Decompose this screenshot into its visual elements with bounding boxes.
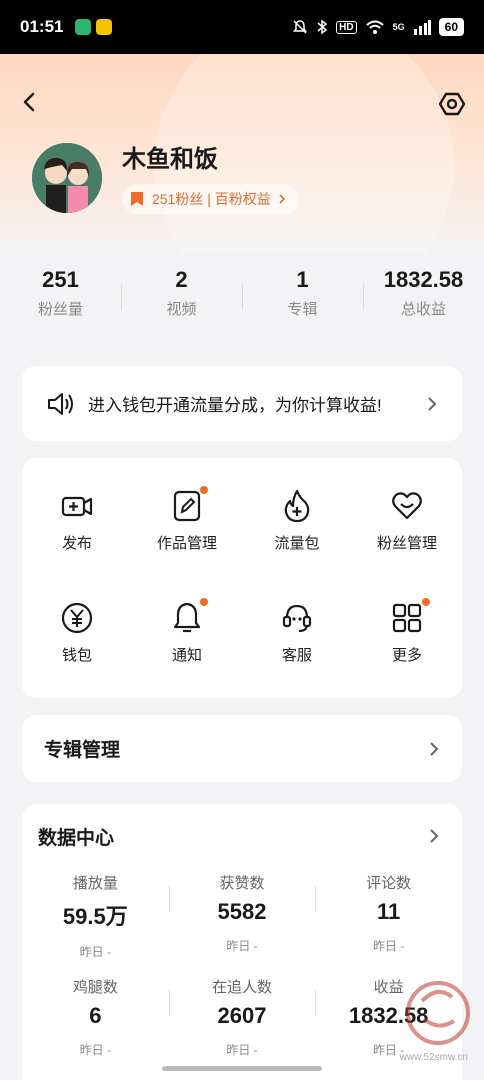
metric-value: 6 [89, 1003, 102, 1028]
tool-label: 客服 [281, 647, 312, 664]
metric-value: 2607 [217, 1003, 267, 1028]
heart-icon [392, 492, 422, 520]
stat-videos[interactable]: 2 视频 [121, 262, 242, 332]
stat-label: 粉丝量 [37, 301, 83, 318]
metric-yesterday: 昨日 - [226, 939, 258, 953]
stat-earnings[interactable]: 1832.58 总收益 [363, 262, 484, 332]
metric-label: 评论数 [366, 875, 412, 892]
profile-header: 木鱼和饭 251粉丝 | 百粉权益 [0, 54, 484, 254]
bell-icon [173, 602, 201, 633]
status-time: 01:51 [20, 17, 64, 36]
stat-value: 2 [175, 267, 188, 292]
tool-label: 钱包 [61, 647, 92, 664]
user-name: 木鱼和饭 [122, 146, 218, 173]
metric-comments[interactable]: 评论数 11 昨日 - [315, 868, 462, 972]
metric-likes[interactable]: 获赞数 5582 昨日 - [168, 868, 316, 972]
notification-dot [200, 486, 209, 494]
signal-bars-icon [413, 20, 431, 35]
data-center-grid: 播放量 59.5万 昨日 - 获赞数 5582 昨日 - 评论数 11 昨日 -… [22, 868, 462, 1076]
metric-label: 播放量 [72, 875, 118, 892]
data-center-title: 数据中心 [38, 827, 115, 849]
yuan-coin-icon [61, 602, 93, 634]
notice-text: 进入钱包开通流量分成，为你计算收益! [88, 396, 382, 415]
metric-yesterday: 昨日 - [372, 939, 405, 953]
video-camera-plus-icon [61, 496, 93, 517]
stat-label: 视频 [166, 301, 197, 318]
bookmark-flag-icon [131, 192, 143, 206]
tool-label: 发布 [61, 535, 92, 552]
back-arrow-icon[interactable] [18, 90, 42, 114]
app-notification-icon [75, 19, 92, 35]
mute-bell-icon [293, 20, 308, 34]
tool-works-manage[interactable]: 作品管理 [132, 486, 242, 586]
notification-dot [200, 598, 209, 606]
app-notification-icon [96, 19, 113, 35]
chevron-right-icon [428, 396, 437, 411]
watermark-url: www.52smw.cn [399, 1052, 468, 1063]
metric-value: 59.5万 [62, 904, 128, 929]
metric-yesterday: 昨日 - [79, 945, 111, 959]
hd-badge: HD [336, 20, 357, 34]
chevron-right-icon [430, 829, 439, 843]
watermark-seal-icon [406, 981, 470, 1045]
metric-followers-chasing[interactable]: 在追人数 2607 昨日 - [168, 972, 316, 1076]
tool-label: 粉丝管理 [376, 535, 437, 552]
tool-fans-manage[interactable]: 粉丝管理 [352, 488, 462, 586]
tool-label: 流量包 [274, 535, 320, 552]
wallet-notice-banner[interactable]: 进入钱包开通流量分成，为你计算收益! [22, 366, 462, 441]
metric-label: 在追人数 [211, 979, 272, 996]
stat-label: 总收益 [400, 301, 446, 318]
stat-label: 专辑 [287, 301, 318, 318]
metric-label: 获赞数 [219, 875, 265, 892]
tool-publish[interactable]: 发布 [22, 488, 132, 586]
wifi-icon [365, 20, 384, 34]
flame-plus-icon [284, 489, 310, 523]
tool-label: 通知 [171, 647, 202, 664]
stat-value: 251 [42, 267, 79, 292]
tool-label: 更多 [391, 647, 422, 664]
battery-indicator: 60 [438, 18, 464, 36]
tool-label: 作品管理 [156, 535, 217, 552]
home-indicator[interactable] [162, 1066, 322, 1071]
tool-wallet[interactable]: 钱包 [22, 600, 132, 698]
metric-drumsticks[interactable]: 鸡腿数 6 昨日 - [22, 972, 169, 1076]
tool-traffic-pack[interactable]: 流量包 [242, 488, 352, 586]
metric-value: 5582 [217, 899, 267, 924]
tool-customer-service[interactable]: 客服 [242, 600, 352, 698]
metric-value: 11 [377, 899, 401, 924]
tool-notifications[interactable]: 通知 [132, 598, 242, 698]
data-center-card: 数据中心 播放量 59.5万 昨日 - 获赞数 5582 昨日 - 评论数 11… [22, 804, 462, 1080]
album-title: 专辑管理 [44, 740, 121, 761]
stats-row: 251 粉丝量 2 视频 1 专辑 1832.58 总收益 [0, 262, 484, 332]
signal-label: 5G [392, 22, 405, 32]
metric-label: 鸡腿数 [72, 979, 118, 996]
metric-plays[interactable]: 播放量 59.5万 昨日 - [22, 868, 169, 972]
stat-value: 1 [296, 267, 309, 292]
fans-benefit-pill[interactable]: 251粉丝 | 百粉权益 [122, 184, 299, 214]
chevron-right-icon [430, 741, 439, 756]
avatar[interactable] [32, 143, 102, 213]
tools-grid: 发布 作品管理 流量包 粉丝管理 钱包 通知 客服 更多 [22, 458, 462, 698]
bluetooth-icon [317, 19, 328, 35]
data-center-header[interactable]: 数据中心 [22, 804, 462, 868]
headset-icon [282, 604, 312, 632]
stat-fans[interactable]: 251 粉丝量 [0, 262, 121, 332]
status-bar: 01:51 HD 5G 60 [0, 0, 484, 54]
stat-value: 1832.58 [383, 267, 464, 292]
album-manage-row[interactable]: 专辑管理 [22, 715, 462, 782]
metric-yesterday: 昨日 - [79, 1043, 111, 1057]
edit-doc-icon [173, 490, 201, 522]
tool-more[interactable]: 更多 [352, 598, 462, 698]
grid-icon [392, 603, 422, 633]
fans-benefit-label: 251粉丝 | 百粉权益 [152, 191, 271, 207]
stat-albums[interactable]: 1 专辑 [242, 262, 363, 332]
settings-gear-icon[interactable] [438, 90, 466, 118]
speaker-icon [48, 392, 73, 415]
metric-yesterday: 昨日 - [226, 1043, 258, 1057]
chevron-right-icon [279, 194, 285, 204]
notification-dot [422, 598, 431, 606]
